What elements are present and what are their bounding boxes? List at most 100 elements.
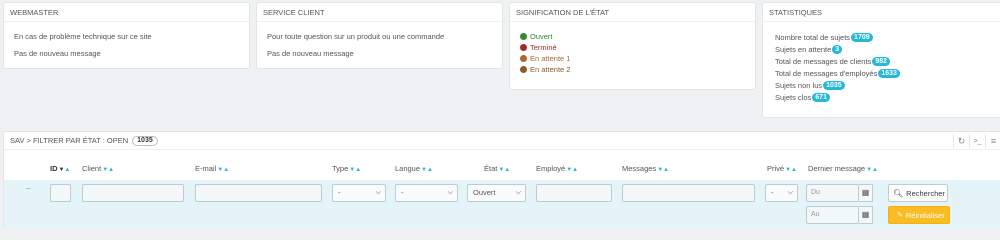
select-value: - bbox=[338, 188, 341, 197]
date-placeholder: Du bbox=[811, 189, 820, 196]
column-header-type[interactable]: Type▼▲ bbox=[332, 164, 361, 173]
calendar-icon[interactable]: ▦ bbox=[859, 206, 873, 224]
stat-row-sujets-non-lus: Sujets non lus 1035 bbox=[775, 79, 991, 91]
column-header-langue[interactable]: Langue▼▲ bbox=[395, 164, 433, 173]
stat-row-sujets-clos: Sujets clos 671 bbox=[775, 91, 991, 103]
filter-type-select[interactable]: - ⌵ bbox=[332, 184, 386, 202]
reset-button[interactable]: ✎ Réinitialiser bbox=[888, 206, 950, 224]
filter-prive-select[interactable]: - ⌵ bbox=[765, 184, 798, 202]
legend-label: Ouvert bbox=[530, 32, 553, 41]
service-client-status: Pas de nouveau message bbox=[267, 49, 354, 58]
list-header: SAV > FILTRER PAR ÉTAT : OPEN 1035 bbox=[4, 132, 1000, 150]
filter-id-input[interactable] bbox=[50, 184, 71, 202]
sort-arrows-icon[interactable]: ▼▲ bbox=[866, 167, 878, 173]
status-dot-icon bbox=[520, 44, 527, 51]
select-value: - bbox=[771, 188, 774, 197]
stat-label: Total de messages de clients bbox=[775, 56, 872, 66]
stat-row-sujets-en-attente: Sujets en attente 3 bbox=[775, 43, 991, 55]
chevron-down-icon: ⌵ bbox=[787, 189, 793, 196]
legend-label: En attente 1 bbox=[530, 54, 571, 63]
sort-arrows-icon[interactable]: ▼▲ bbox=[59, 167, 71, 173]
column-header-etat[interactable]: État▼▲ bbox=[484, 164, 510, 173]
sort-arrows-icon[interactable]: ▼▲ bbox=[566, 167, 578, 173]
search-button[interactable]: 🔍︎ Rechercher bbox=[888, 184, 948, 202]
column-label: Privé bbox=[767, 164, 785, 173]
list-toolbar: ↻ >_ ≡ bbox=[953, 134, 1000, 148]
sort-arrows-icon[interactable]: ▼▲ bbox=[657, 167, 669, 173]
panel-title: WEBMASTER bbox=[4, 3, 249, 22]
sort-arrows-icon[interactable]: ▼▲ bbox=[498, 167, 510, 173]
column-label: État bbox=[484, 164, 498, 173]
breadcrumb: SAV > FILTRER PAR ÉTAT : OPEN bbox=[10, 136, 129, 145]
column-header-dernier-message[interactable]: Dernier message▼▲ bbox=[808, 164, 878, 173]
stat-row-total-sujets: Nombre total de sujets 1709 bbox=[775, 31, 991, 43]
panel-title: SIGNIFICATION DE L'ÉTAT bbox=[510, 3, 755, 22]
webmaster-description: En cas de problème technique sur ce site bbox=[14, 32, 152, 41]
calendar-icon[interactable]: ▦ bbox=[859, 184, 873, 202]
column-label: ID bbox=[50, 164, 58, 173]
bulk-dash: -- bbox=[26, 186, 31, 193]
stat-badge: 1035 bbox=[823, 80, 845, 90]
date-placeholder: Au bbox=[811, 211, 820, 218]
column-label: Langue bbox=[395, 164, 421, 173]
column-label: Client bbox=[82, 164, 102, 173]
database-icon[interactable]: ≡ bbox=[985, 134, 1000, 148]
column-header-client[interactable]: Client▼▲ bbox=[82, 164, 114, 173]
filter-date-to-input[interactable]: Au bbox=[806, 206, 859, 224]
stat-label: Nombre total de sujets bbox=[775, 32, 851, 42]
column-header-email[interactable]: E-mail▼▲ bbox=[195, 164, 229, 173]
column-header-id[interactable]: ID▼▲ bbox=[50, 164, 70, 173]
column-label: Type bbox=[332, 164, 349, 173]
sort-arrows-icon[interactable]: ▼▲ bbox=[785, 167, 797, 173]
column-label: Employé bbox=[536, 164, 566, 173]
legend-item-en-attente-1: En attente 1 bbox=[520, 53, 745, 64]
sort-arrows-icon[interactable]: ▼▲ bbox=[421, 167, 433, 173]
stat-badge: 671 bbox=[812, 92, 830, 102]
legend-label: Terminé bbox=[530, 43, 557, 52]
filter-client-input[interactable] bbox=[82, 184, 184, 202]
statistics-panel: STATISTIQUES Nombre total de sujets 1709 … bbox=[762, 2, 1000, 118]
service-client-description: Pour toute question sur un produit ou un… bbox=[267, 32, 445, 41]
chevron-down-icon: ⌵ bbox=[375, 189, 381, 196]
service-client-panel: SERVICE CLIENT Pour toute question sur u… bbox=[256, 2, 503, 69]
column-header-prive[interactable]: Privé▼▲ bbox=[767, 164, 797, 173]
sort-arrows-icon[interactable]: ▼▲ bbox=[217, 167, 229, 173]
webmaster-panel: WEBMASTER En cas de problème technique s… bbox=[3, 2, 250, 69]
count-badge: 1035 bbox=[132, 135, 158, 146]
status-legend-panel: SIGNIFICATION DE L'ÉTAT Ouvert Terminé E… bbox=[509, 2, 756, 90]
filter-email-input[interactable] bbox=[195, 184, 322, 202]
filter-date-from-input[interactable]: Du bbox=[806, 184, 859, 202]
stat-badge: 3 bbox=[832, 44, 843, 54]
filter-employe-input[interactable] bbox=[536, 184, 612, 202]
column-header-messages[interactable]: Messages▼▲ bbox=[622, 164, 669, 173]
column-header-employe[interactable]: Employé▼▲ bbox=[536, 164, 578, 173]
stat-badge: 1709 bbox=[851, 32, 873, 42]
legend-item-ouvert: Ouvert bbox=[520, 31, 745, 42]
refresh-icon[interactable]: ↻ bbox=[953, 134, 969, 148]
panel-title: STATISTIQUES bbox=[763, 3, 1000, 22]
status-dot-icon bbox=[520, 66, 527, 73]
panel-title: SERVICE CLIENT bbox=[257, 3, 502, 22]
sql-query-icon[interactable]: >_ bbox=[969, 134, 985, 148]
filter-etat-select[interactable]: Ouvert ⌵ bbox=[467, 184, 526, 202]
stat-badge: 982 bbox=[872, 56, 890, 66]
webmaster-status: Pas de nouveau message bbox=[14, 49, 101, 58]
column-label: E-mail bbox=[195, 164, 217, 173]
sort-arrows-icon[interactable]: ▼▲ bbox=[102, 167, 114, 173]
chevron-down-icon: ⌵ bbox=[447, 189, 453, 196]
chevron-down-icon: ⌵ bbox=[515, 189, 521, 196]
status-dot-icon bbox=[520, 33, 527, 40]
legend-item-termine: Terminé bbox=[520, 42, 745, 53]
stat-label: Sujets clos bbox=[775, 92, 812, 102]
stat-row-messages-employes: Total de messages d'employés 1633 bbox=[775, 67, 991, 79]
column-label: Messages bbox=[622, 164, 657, 173]
filter-messages-input[interactable] bbox=[622, 184, 755, 202]
sort-arrows-icon[interactable]: ▼▲ bbox=[349, 167, 361, 173]
filter-langue-select[interactable]: - ⌵ bbox=[395, 184, 458, 202]
stat-label: Sujets en attente bbox=[775, 44, 832, 54]
select-value: - bbox=[401, 188, 404, 197]
stat-row-messages-clients: Total de messages de clients 982 bbox=[775, 55, 991, 67]
search-icon: 🔍︎ bbox=[893, 188, 904, 198]
status-dot-icon bbox=[520, 55, 527, 62]
select-value: Ouvert bbox=[473, 188, 496, 197]
